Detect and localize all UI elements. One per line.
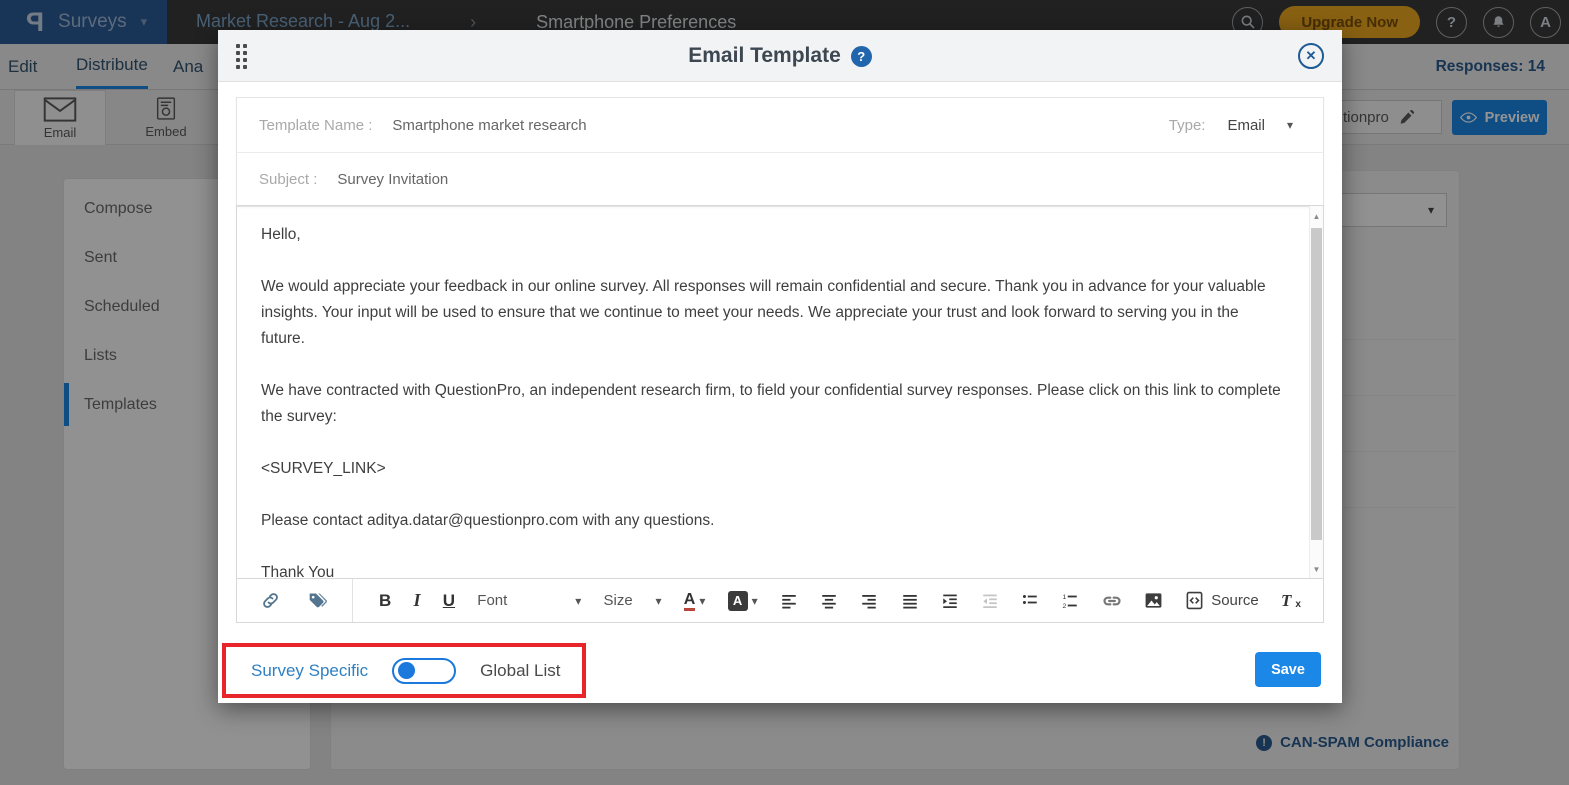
underline-button[interactable]: U: [443, 591, 455, 611]
remove-format-icon: T: [1281, 591, 1291, 611]
editor-toolbar: B I U Font▾ Size▾ A▾ A▾ 12: [237, 578, 1323, 622]
align-left-icon: [780, 592, 798, 610]
size-dropdown[interactable]: Size ▾: [604, 592, 662, 609]
global-list-label[interactable]: Global List: [480, 661, 560, 681]
template-meta-form: Template Name : Smartphone market resear…: [236, 97, 1324, 207]
tags-icon: [308, 591, 328, 611]
chevron-down-icon: ▾: [575, 594, 581, 608]
justify-icon: [901, 592, 919, 610]
italic-button[interactable]: I: [414, 590, 421, 611]
font-dropdown[interactable]: Font ▾: [477, 592, 581, 609]
remove-format-button[interactable]: Tx: [1281, 591, 1301, 611]
scrollbar-thumb[interactable]: [1311, 228, 1322, 540]
list-scope-toggle[interactable]: [392, 658, 456, 684]
numbered-list-icon: 12: [1061, 592, 1079, 610]
subject-row: Subject : Survey Invitation: [237, 152, 1323, 206]
source-button[interactable]: Source: [1185, 591, 1259, 610]
bold-button[interactable]: B: [379, 591, 391, 611]
type-label: Type:: [1169, 117, 1206, 134]
bulleted-list-button[interactable]: [1021, 592, 1039, 610]
merge-tags-button[interactable]: [308, 591, 328, 611]
chevron-down-icon: ▾: [699, 594, 705, 608]
indent-button[interactable]: [941, 592, 959, 610]
text-color-icon: A: [684, 591, 696, 611]
editor-scrollbar[interactable]: ▲ ▼: [1309, 206, 1323, 579]
align-center-icon: [820, 592, 838, 610]
email-template-modal: Email Template ? ✕ Template Name : Smart…: [218, 30, 1342, 703]
editor-toolbar-custom-group: [237, 579, 353, 622]
outdent-button[interactable]: [981, 592, 999, 610]
outdent-icon: [981, 592, 999, 610]
hyperlink-icon: [1102, 591, 1122, 611]
svg-text:1: 1: [1063, 593, 1067, 600]
chain-link-icon: [261, 591, 280, 610]
svg-text:2: 2: [1063, 602, 1067, 609]
font-dropdown-label: Font: [477, 592, 507, 609]
scroll-up-icon[interactable]: ▲: [1310, 208, 1323, 224]
body-paragraph: We have contracted with QuestionPro, an …: [261, 378, 1283, 430]
align-right-button[interactable]: [860, 592, 878, 610]
bulleted-list-icon: [1021, 592, 1039, 610]
source-code-icon: [1185, 591, 1204, 610]
body-paragraph: Thank You: [261, 560, 1283, 579]
template-name-label: Template Name :: [259, 117, 372, 134]
subject-label: Subject :: [259, 171, 317, 188]
type-dropdown[interactable]: Type: Email ▾: [1169, 98, 1293, 152]
body-paragraph: We would appreciate your feedback in our…: [261, 274, 1283, 352]
editor-toolbar-format-group: B I U Font▾ Size▾ A▾ A▾ 12: [353, 579, 1323, 622]
body-paragraph: Hello,: [261, 222, 1283, 248]
toggle-knob: [398, 662, 415, 679]
chevron-down-icon: ▾: [752, 594, 758, 608]
template-name-row: Template Name : Smartphone market resear…: [237, 98, 1323, 152]
modal-title: Email Template: [688, 44, 841, 68]
template-name-input[interactable]: Smartphone market research: [392, 117, 586, 134]
size-dropdown-label: Size: [604, 592, 633, 609]
save-button[interactable]: Save: [1255, 652, 1321, 687]
chevron-down-icon: ▾: [655, 594, 661, 608]
background-color-button[interactable]: A▾: [728, 591, 758, 611]
image-icon: [1144, 591, 1163, 610]
hyperlink-button[interactable]: [1102, 591, 1122, 611]
background-color-icon: A: [728, 591, 748, 611]
survey-specific-label[interactable]: Survey Specific: [251, 661, 368, 681]
source-label: Source: [1211, 592, 1259, 609]
scroll-down-icon[interactable]: ▼: [1310, 561, 1323, 577]
body-paragraph: Please contact aditya.datar@questionpro.…: [261, 508, 1283, 534]
modal-header: Email Template ? ✕: [218, 30, 1342, 82]
close-button[interactable]: ✕: [1298, 43, 1324, 69]
indent-icon: [941, 592, 959, 610]
close-icon: ✕: [1306, 48, 1317, 64]
questionpro-app: P Surveys ▾ Market Research - Aug 2... ›…: [0, 0, 1569, 785]
insert-image-button[interactable]: [1144, 591, 1163, 610]
help-icon[interactable]: ?: [851, 46, 872, 67]
modal-footer: Survey Specific Global List Save: [218, 623, 1342, 703]
subject-input[interactable]: Survey Invitation: [337, 171, 448, 188]
chevron-down-icon: ▾: [1287, 118, 1293, 132]
type-value: Email: [1227, 117, 1265, 134]
align-center-button[interactable]: [820, 592, 838, 610]
list-scope-toggle-row: Survey Specific Global List: [237, 643, 561, 698]
email-body-textarea[interactable]: Hello, We would appreciate your feedback…: [237, 206, 1323, 579]
justify-button[interactable]: [901, 592, 919, 610]
text-color-button[interactable]: A▾: [684, 591, 706, 611]
numbered-list-button[interactable]: 12: [1061, 592, 1079, 610]
align-right-icon: [860, 592, 878, 610]
align-left-button[interactable]: [780, 592, 798, 610]
insert-link-button[interactable]: [261, 591, 280, 610]
body-paragraph: <SURVEY_LINK>: [261, 456, 1283, 482]
email-body-editor: Hello, We would appreciate your feedback…: [236, 205, 1324, 623]
